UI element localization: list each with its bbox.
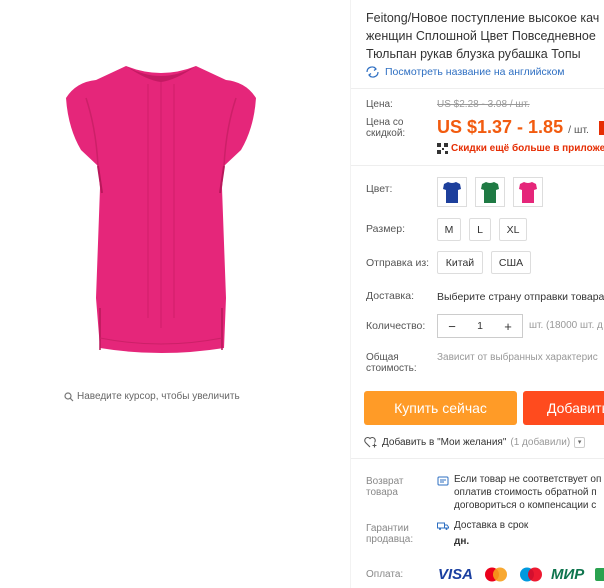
payment-label: Оплата: xyxy=(366,569,404,580)
sale-badge xyxy=(599,121,604,135)
product-info: Feitong/Новое поступление высокое кач же… xyxy=(350,0,604,588)
delivery-label: Доставка: xyxy=(366,290,415,302)
payment-icon xyxy=(595,568,604,581)
seller-text-1: Доставка в срок xyxy=(454,520,529,531)
quantity-label: Количество: xyxy=(366,320,426,332)
seller-label-2: продавца: xyxy=(366,534,414,545)
quantity-stepper: − 1 + xyxy=(437,314,523,338)
color-swatch-blue[interactable] xyxy=(437,177,467,207)
wishlist-text[interactable]: Добавить в "Мои желания" xyxy=(382,437,506,448)
total-label-1: Общая xyxy=(366,352,399,363)
zoom-hint: Наведите курсор, чтобы увеличить xyxy=(64,391,240,402)
translate-link-text[interactable]: Посмотреть название на английском xyxy=(385,66,565,78)
title-line: Feitong/Новое поступление высокое кач xyxy=(366,11,600,25)
magnifier-icon xyxy=(64,391,74,401)
wishlist-count: (1 добавили) xyxy=(510,436,571,448)
heart-plus-icon xyxy=(364,436,377,448)
color-swatch-green[interactable] xyxy=(475,177,505,207)
wishlist-link[interactable]: Добавить в "Мои желания" (1 добавили) ▾ xyxy=(364,436,586,448)
color-swatch-pink[interactable] xyxy=(513,177,543,207)
discount-label-2: скидкой: xyxy=(366,128,406,139)
sale-price-value: US $1.37 - 1.85 xyxy=(437,117,564,137)
product-title: Feitong/Новое поступление высокое кач же… xyxy=(366,9,604,63)
color-label: Цвет: xyxy=(366,183,393,195)
return-box-icon xyxy=(437,476,449,486)
return-text-line: оплатив стоимость обратной п xyxy=(454,487,597,498)
translate-icon xyxy=(366,66,379,78)
product-image[interactable] xyxy=(56,58,266,358)
product-gallery: Наведите курсор, чтобы увеличить xyxy=(0,0,350,588)
quantity-input[interactable]: 1 xyxy=(466,320,494,332)
delivery-text: Выберите страну отправки товара xyxy=(437,291,604,303)
price-unit: / шт. xyxy=(568,124,589,136)
price-box: Цена: US $2.28 - 3.08 / шт. Цена со скид… xyxy=(351,88,604,166)
ship-from-china[interactable]: Китай xyxy=(437,251,483,274)
divider xyxy=(351,458,604,459)
app-promo[interactable]: Скидки ещё больше в приложе xyxy=(437,143,604,154)
quantity-plus-button[interactable]: + xyxy=(494,319,522,334)
ship-from-label: Отправка из: xyxy=(366,257,430,269)
return-text-line: договориться о компенсации с xyxy=(454,500,597,511)
qr-code-icon xyxy=(437,143,448,154)
blouse-thumb-icon xyxy=(443,182,461,203)
chevron-down-icon[interactable]: ▾ xyxy=(574,436,586,448)
size-option-m[interactable]: M xyxy=(437,218,461,241)
blouse-thumb-icon xyxy=(481,182,499,203)
price-label: Цена: xyxy=(366,99,393,110)
quantity-minus-button[interactable]: − xyxy=(438,319,466,334)
total-text: Зависит от выбранных характерис xyxy=(437,352,598,363)
zoom-hint-text: Наведите курсор, чтобы увеличить xyxy=(77,391,240,402)
mir-icon: МИР xyxy=(551,566,585,583)
sale-price: US $1.37 - 1.85 / шт. xyxy=(437,117,589,138)
mastercard-icon xyxy=(485,567,507,582)
return-label-1: Возврат xyxy=(366,476,404,487)
size-label: Размер: xyxy=(366,223,406,235)
return-label-2: товара xyxy=(366,487,398,498)
old-price: US $2.28 - 3.08 / шт. xyxy=(437,99,530,110)
title-line: женщин Сплошной Цвет Повседневное xyxy=(366,29,596,43)
size-option-xl[interactable]: XL xyxy=(499,218,527,241)
delivery-clock-icon xyxy=(437,522,449,530)
stock-count: шт. (18000 шт. д xyxy=(529,320,603,331)
seller-text-2: дн. xyxy=(454,536,470,547)
size-option-l[interactable]: L xyxy=(469,218,491,241)
seller-label-1: Гарантии xyxy=(366,523,409,534)
discount-label-1: Цена со xyxy=(366,117,404,128)
visa-icon: VISA xyxy=(438,566,474,583)
buy-now-button[interactable]: Купить сейчас xyxy=(364,391,517,425)
maestro-icon xyxy=(520,567,542,582)
ship-from-usa[interactable]: США xyxy=(491,251,531,274)
title-line: Тюльпан рукав блузка рубашка Топы xyxy=(366,47,581,61)
blouse-thumb-icon xyxy=(519,182,537,203)
total-label-2: стоимость: xyxy=(366,363,417,374)
app-promo-text[interactable]: Скидки ещё больше в приложе xyxy=(451,143,604,154)
translate-link[interactable]: Посмотреть название на английском xyxy=(365,66,565,78)
return-text-line: Если товар не соответствует оп xyxy=(454,474,602,485)
add-to-cart-button[interactable]: Добавить xyxy=(523,391,604,425)
